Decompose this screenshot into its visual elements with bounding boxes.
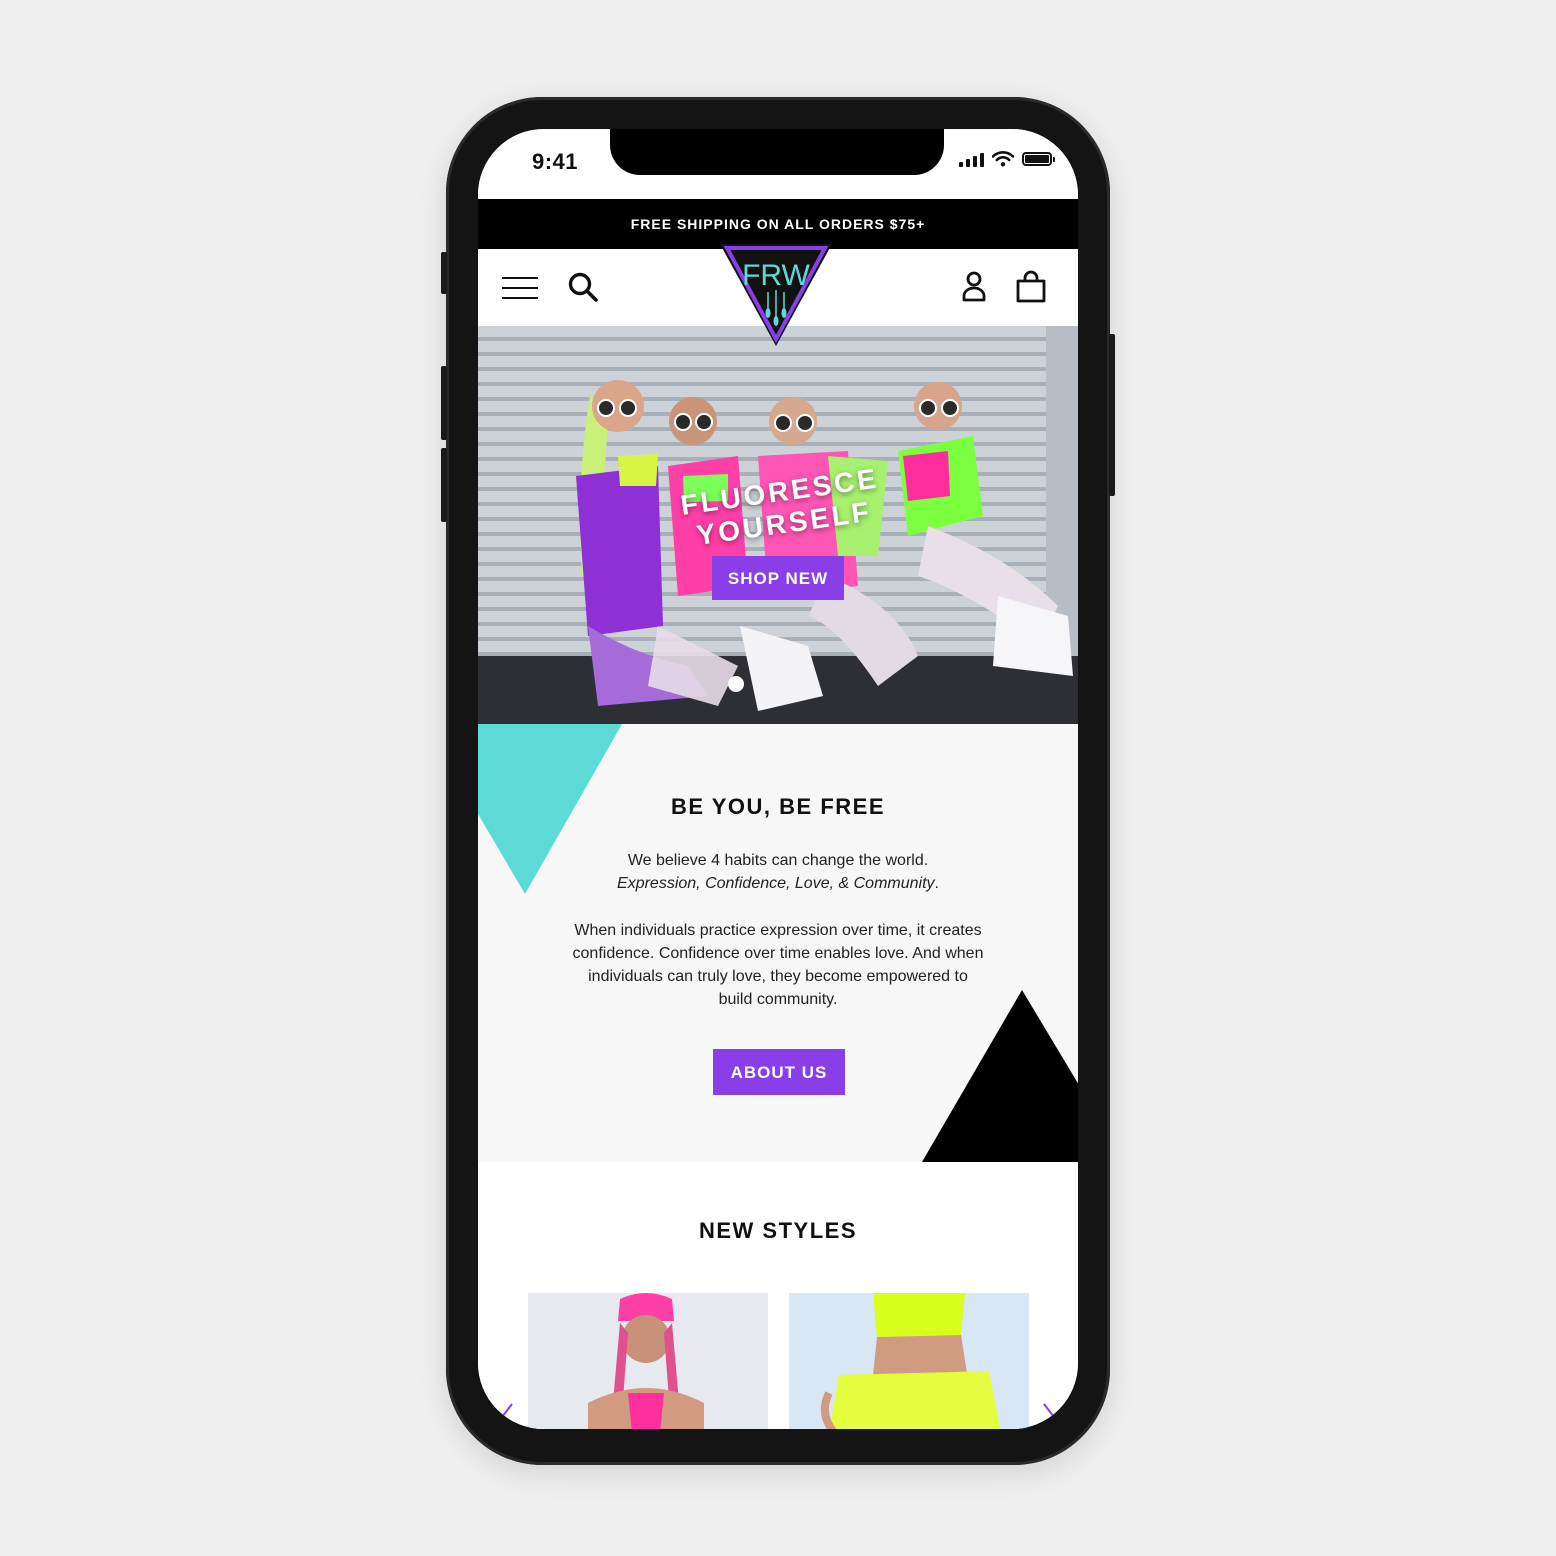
chevron-right-icon[interactable] <box>1042 1402 1056 1429</box>
about-section: BE YOU, BE FREE We believe 4 habits can … <box>478 724 1078 1162</box>
notch <box>610 129 944 175</box>
account-icon[interactable] <box>957 269 991 305</box>
hero-banner[interactable]: FLUORESCE YOURSELF SHOP NEW <box>478 326 1078 724</box>
product-image <box>789 1293 1029 1429</box>
status-icons <box>959 151 1055 167</box>
black-triangle-decoration <box>922 990 1078 1162</box>
shop-new-button[interactable]: SHOP NEW <box>712 556 844 600</box>
about-habits-period: . <box>934 875 939 892</box>
menu-icon[interactable] <box>502 275 540 301</box>
chevron-left-icon[interactable] <box>500 1402 514 1429</box>
product-image <box>528 1293 768 1429</box>
frw-logo[interactable]: FRW <box>718 240 834 350</box>
cart-icon[interactable] <box>1014 269 1048 305</box>
signal-icon <box>959 151 984 167</box>
about-habits: Expression, Confidence, Love, & Communit… <box>617 875 935 892</box>
about-intro: We believe 4 habits can change the world… <box>558 849 998 895</box>
power-button <box>1109 334 1115 496</box>
phone-screen: 9:41 FREE SHIPPING ON ALL ORDERS $75+ FR… <box>478 129 1078 1429</box>
new-styles-section: NEW STYLES <box>478 1162 1078 1429</box>
status-time: 9:41 <box>532 149 579 174</box>
product-card[interactable] <box>789 1293 1029 1429</box>
logo-text: FRW <box>742 259 810 292</box>
about-heading: BE YOU, BE FREE <box>670 794 886 819</box>
about-intro-line1: We believe 4 habits can change the world… <box>627 852 929 869</box>
product-card[interactable] <box>528 1293 768 1429</box>
battery-icon <box>1022 152 1055 166</box>
mute-switch <box>441 252 447 294</box>
new-styles-heading: NEW STYLES <box>698 1218 857 1243</box>
search-icon[interactable] <box>566 269 600 305</box>
about-body: When individuals practice expression ove… <box>572 922 984 1008</box>
volume-up-button <box>441 366 447 440</box>
wifi-icon <box>992 151 1014 167</box>
carousel-dot[interactable] <box>728 676 744 692</box>
about-us-button[interactable]: ABOUT US <box>713 1049 845 1095</box>
volume-down-button <box>441 448 447 522</box>
